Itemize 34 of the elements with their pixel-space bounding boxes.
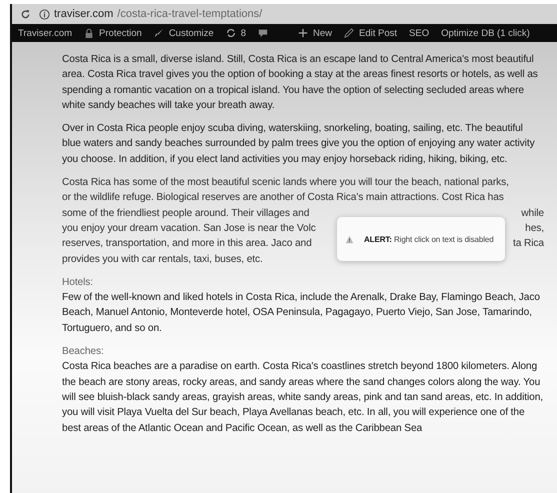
text-fragment: ta Rica <box>512 237 544 252</box>
pencil-icon[interactable] <box>344 28 354 38</box>
warning-icon <box>345 234 354 244</box>
lock-icon[interactable] <box>84 28 94 38</box>
plus-icon[interactable] <box>298 28 308 38</box>
text-line: you enjoy your dream vacation. San Jose is near the Volc <box>62 222 316 236</box>
text-line: some of the friendliest people around. Their villages and <box>62 206 310 221</box>
paragraph: Over in Costa Rica people enjoy scuba diving, waterskiing, snorkeling, boating, sailing, etc. The beautiful blue waters and sandy beaches surrounded by palm trees give you the option of enjoying any water activity you choose. In addition, if you elect land activities you may enjoy horseback riding, hiking, biking, etc. <box>62 122 536 167</box>
info-icon <box>39 8 50 20</box>
text-line: Costa Rica has some of the most beautiful scenic lands where you will tour the beach, national parks, <box>62 176 509 190</box>
toolbar-item[interactable]: Traviser.com <box>18 28 72 38</box>
refresh-icon[interactable] <box>226 28 236 38</box>
text-fragment: while <box>521 206 544 221</box>
paragraph: Costa Rica is a small, diverse island. Still, Costa Rica is an escape land to Central America's most beautiful area. Costa Rica travel gives you the option of booking a stay at the areas finest resorts or hotels, as well as spending a romantic vacation on a tropical island. You have the option of selecting secluded areas where white sandy beaches will take your breath away. <box>62 53 539 113</box>
paragraph: Costa Rica beaches are a paradise on earth. Costa Rica's coastlines stretch beyond 1800 kilometers. Along the beach are stony areas, rocky areas, and sandy areas where the sand changes colors along the way. You will see bluish-black sandy areas, grayish areas, white sandy areas, pink and tan sand areas, etc. In addition, you will visit Playa Vuelta del Sur beach, Playa Avellanas beach, etc. In all, you will experience one of the best areas of the Atlantic Ocean and Pacific Ocean, as well as the Caribbean Sea <box>62 360 544 436</box>
text-fragment: hes, <box>525 222 544 236</box>
paragraph: Few of the well-known and liked hotels in Costa Rica, include the Arenalk, Drake Bay, Flamingo Beach, Jaco Beach, Manuel Antonio, Monteverde hotel, OSA Peninsula, Pagagayo, Puerto Viejo, San Jose, Tamarindo, Tortuguero, and so on. <box>62 291 541 336</box>
toolbar-item[interactable]: New <box>312 28 332 38</box>
toolbar-item[interactable]: Edit Post <box>359 28 398 38</box>
comment-icon[interactable] <box>258 28 268 38</box>
section-heading: Hotels: <box>62 276 94 290</box>
text-line: or the wildlife refuge. Biological reserves are another of Costa Rica's main attractions. Cost Rica has <box>62 191 504 206</box>
toolbar-item[interactable]: Customize <box>168 28 214 38</box>
section-heading: Beaches: <box>62 345 105 360</box>
text-line: provides you with car rentals, taxi, buses, etc. <box>62 252 263 267</box>
alert-message: ALERT: Right click on text is disabled <box>364 234 494 246</box>
toolbar-item[interactable]: Optimize DB (1 click) <box>441 28 530 38</box>
reload-icon[interactable] <box>20 8 31 20</box>
toolbar-item[interactable]: 8 <box>240 28 246 38</box>
toolbar-item[interactable]: Protection <box>99 28 142 38</box>
address-bar[interactable]: traviser.com /costa-rica-travel-temptations/ <box>39 8 262 20</box>
text-line: reserves, transportation, and more in this area. Jaco and <box>62 237 312 252</box>
brush-icon[interactable] <box>154 28 164 38</box>
toolbar-item[interactable]: SEO <box>409 28 430 38</box>
